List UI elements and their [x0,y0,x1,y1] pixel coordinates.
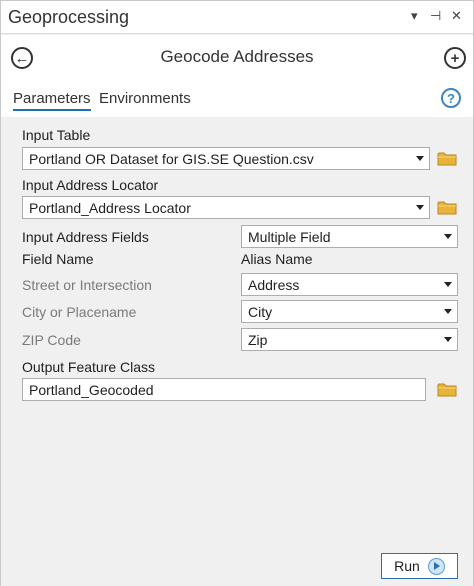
output-input[interactable]: Portland_Geocoded [22,378,426,401]
folder-icon[interactable] [437,151,457,166]
tool-header: ← Geocode Addresses + [1,35,473,83]
folder-icon[interactable] [437,200,457,215]
city-label: City or Placename [22,304,137,320]
input-table-select[interactable]: Portland OR Dataset for GIS.SE Question.… [22,147,430,170]
tab-environments[interactable]: Environments [99,90,191,107]
chevron-down-icon [416,205,424,210]
add-icon[interactable]: + [444,47,466,69]
run-label: Run [394,558,420,574]
output-label: Output Feature Class [22,359,156,375]
folder-icon[interactable] [437,382,457,397]
street-value: Address [248,277,300,293]
input-table-label: Input Table [22,127,91,143]
pane-title: Geoprocessing [8,7,130,27]
chevron-down-icon [444,309,452,314]
address-fields-select[interactable]: Multiple Field [241,225,458,248]
locator-select[interactable]: Portland_Address Locator [22,196,430,219]
input-table-value: Portland OR Dataset for GIS.SE Question.… [29,151,314,167]
close-icon[interactable]: ✕ [451,8,462,24]
field-name-header: Field Name [22,251,94,267]
tab-parameters[interactable]: Parameters [13,90,91,111]
locator-label: Input Address Locator [22,177,159,193]
alias-name-header: Alias Name [241,251,313,267]
street-select[interactable]: Address [241,273,458,296]
dropdown-arrow-icon[interactable]: ▾ [411,8,418,24]
address-fields-label: Input Address Fields [22,229,149,245]
tabs-bar: Parameters Environments ? [1,83,473,117]
chevron-down-icon [444,282,452,287]
output-value: Portland_Geocoded [29,382,154,398]
zip-value: Zip [248,332,268,348]
tool-title: Geocode Addresses [160,47,314,66]
city-value: City [248,304,273,320]
zip-label: ZIP Code [22,332,81,348]
zip-select[interactable]: Zip [241,328,458,351]
bottom-bar: Run [1,553,473,586]
street-label: Street or Intersection [22,277,152,293]
parameters-panel: Input Table Portland OR Dataset for GIS.… [1,117,473,553]
run-button[interactable]: Run [381,553,458,579]
chevron-down-icon [444,337,452,342]
pane-titlebar: Geoprocessing ▾ ⊣ ✕ [1,1,473,34]
address-fields-value: Multiple Field [248,229,331,245]
play-icon [427,557,445,575]
chevron-down-icon [444,234,452,239]
locator-value: Portland_Address Locator [29,200,191,216]
city-select[interactable]: City [241,300,458,323]
chevron-down-icon [416,156,424,161]
pin-icon[interactable]: ⊣ [430,8,441,24]
help-icon[interactable]: ? [441,88,461,108]
geoprocessing-pane: Geoprocessing ▾ ⊣ ✕ ← Geocode Addresses … [0,0,474,586]
